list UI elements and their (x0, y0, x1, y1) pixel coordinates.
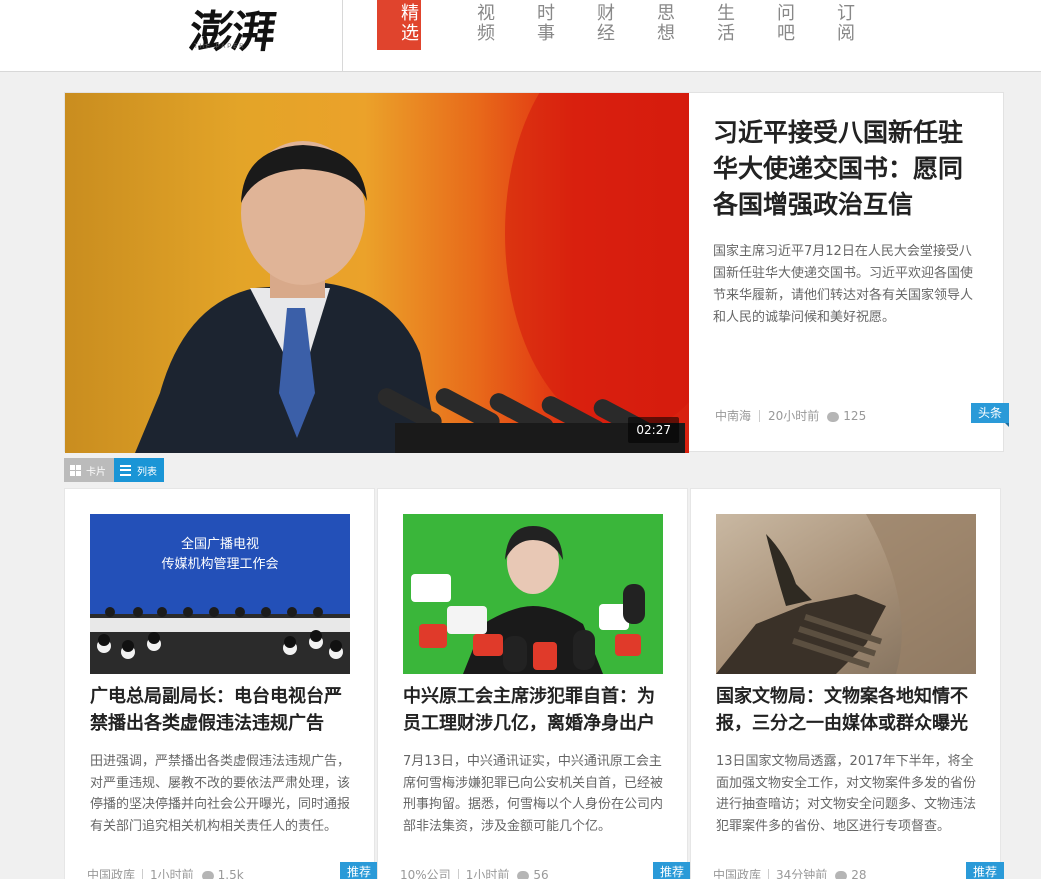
nav-video[interactable]: 视频 (437, 0, 497, 50)
headline-summary: 国家主席习近平7月12日在人民大会堂接受八国新任驻华大使递交国书。习近平欢迎各国… (713, 244, 974, 325)
news-card-time: 1小时前 (465, 868, 510, 879)
logo-text: 澎湃 (185, 7, 277, 58)
news-card-tag: 推荐 (965, 862, 1004, 879)
meta-divider (142, 868, 144, 879)
headline-source[interactable]: 中南海 (715, 407, 751, 424)
news-card-summary: 13日国家文物局透露，2017年下半年，将全面加强文物安全工作，对文物案件多发的… (716, 754, 977, 834)
meta-divider (768, 868, 770, 879)
site-logo[interactable]: 澎湃 THE PAPER (186, 0, 296, 58)
list-view-button[interactable]: 列表 (114, 458, 164, 482)
nav-thought[interactable]: 思想 (617, 0, 677, 50)
svg-text:传媒机构管理工作会: 传媒机构管理工作会 (161, 557, 278, 572)
list-view-label: 列表 (137, 466, 157, 478)
nav-featured[interactable]: 精选 (377, 0, 421, 50)
news-card-tag: 推荐 (652, 862, 691, 879)
news-card-title[interactable]: 广电总局副局长：电台电视台严禁播出各类虚假违法违规广告 (90, 683, 352, 737)
comment-icon (827, 411, 840, 422)
video-duration: 02:27 (628, 417, 679, 443)
view-toggle: 卡片 列表 (64, 458, 164, 482)
news-card-comment-count: 1.5k (217, 867, 244, 879)
news-card[interactable]: 中兴原工会主席涉犯罪自首：为员工理财涉几亿，离婚净身出户 7月13日，中兴通讯证… (377, 488, 691, 879)
headline-meta: 中南海 20小时前 125 (715, 407, 866, 424)
news-card-title[interactable]: 中兴原工会主席涉犯罪自首：为员工理财涉几亿，离婚净身出户 (403, 683, 665, 737)
news-card-summary: 7月13日，中兴通讯证实，中兴通讯原工会主席何雪梅涉嫌犯罪已向公安机关自首，已经… (403, 754, 664, 834)
nav-ask[interactable]: 问吧 (737, 0, 797, 50)
news-card-source[interactable]: 中国政库 (87, 866, 135, 879)
news-card-image[interactable] (716, 514, 976, 674)
comment-icon (835, 870, 848, 879)
news-card[interactable]: 国家文物局：文物案各地知情不报，三分之一由媒体或群众曝光 13日国家文物局透露，… (690, 488, 1004, 879)
list-icon (120, 464, 131, 476)
news-card-source[interactable]: 中国政库 (713, 866, 761, 879)
news-card-time: 34分钟前 (776, 868, 828, 879)
news-card-meta: 10%公司 1小时前 56 (400, 866, 549, 879)
news-card-comment-count: 28 (851, 867, 867, 879)
nav-news[interactable]: 时事 (497, 0, 557, 50)
headline-tag: 头条 (970, 403, 1010, 427)
news-card-tag: 推荐 (339, 862, 378, 879)
nav-subscribe[interactable]: 订阅 (797, 0, 857, 50)
header-divider (342, 0, 343, 72)
headline-time: 20小时前 (768, 409, 820, 423)
headline-text: 习近平接受八国新任驻华大使递交国书：愿同各国增强政治互信 国家主席习近平7月12… (713, 115, 983, 329)
card-view-label: 卡片 (86, 466, 106, 478)
headline-video-image[interactable]: 02:27 (65, 93, 689, 453)
news-card-meta: 中国政库 1小时前 1.5k (87, 866, 244, 879)
news-card-summary: 田进强调，严禁播出各类虚假违法违规广告，对严重违规、屡教不改的要依法严肃处理，该… (90, 754, 351, 834)
news-card-title[interactable]: 国家文物局：文物案各地知情不报，三分之一由媒体或群众曝光 (716, 683, 978, 737)
news-card-image[interactable]: 全国广播电视 传媒机构管理工作会 (90, 514, 350, 674)
meta-divider (457, 868, 459, 879)
news-card-comment-count: 56 (533, 867, 549, 879)
news-card-source[interactable]: 10%公司 (400, 866, 451, 879)
card-view-button[interactable]: 卡片 (64, 458, 114, 482)
comment-icon (517, 870, 530, 879)
news-card-time: 1小时前 (150, 868, 194, 879)
news-card-image[interactable] (403, 514, 663, 674)
news-card[interactable]: 全国广播电视 传媒机构管理工作会 广电总局副局长：电台电视台严禁播出各类虚假违法… (64, 488, 378, 879)
meta-divider (759, 409, 761, 422)
headline-title[interactable]: 习近平接受八国新任驻华大使递交国书：愿同各国增强政治互信 (713, 115, 983, 223)
top-header: 澎湃 THE PAPER 精选 视频 时事 财经 思想 生活 问吧 订阅 (0, 0, 1041, 72)
grid-icon (70, 464, 81, 476)
nav-finance[interactable]: 财经 (557, 0, 617, 50)
news-card-meta: 中国政库 34分钟前 28 (713, 866, 867, 879)
svg-text:全国广播电视: 全国广播电视 (181, 536, 259, 552)
logo-subtitle: THE PAPER (194, 44, 246, 50)
headline-story[interactable]: 02:27 习近平接受八国新任驻华大使递交国书：愿同各国增强政治互信 国家主席习… (64, 92, 1010, 453)
headline-comment-count: 125 (843, 408, 867, 423)
main-nav: 精选 视频 时事 财经 思想 生活 问吧 订阅 (377, 0, 857, 50)
comment-icon (201, 870, 214, 879)
nav-life[interactable]: 生活 (677, 0, 737, 50)
